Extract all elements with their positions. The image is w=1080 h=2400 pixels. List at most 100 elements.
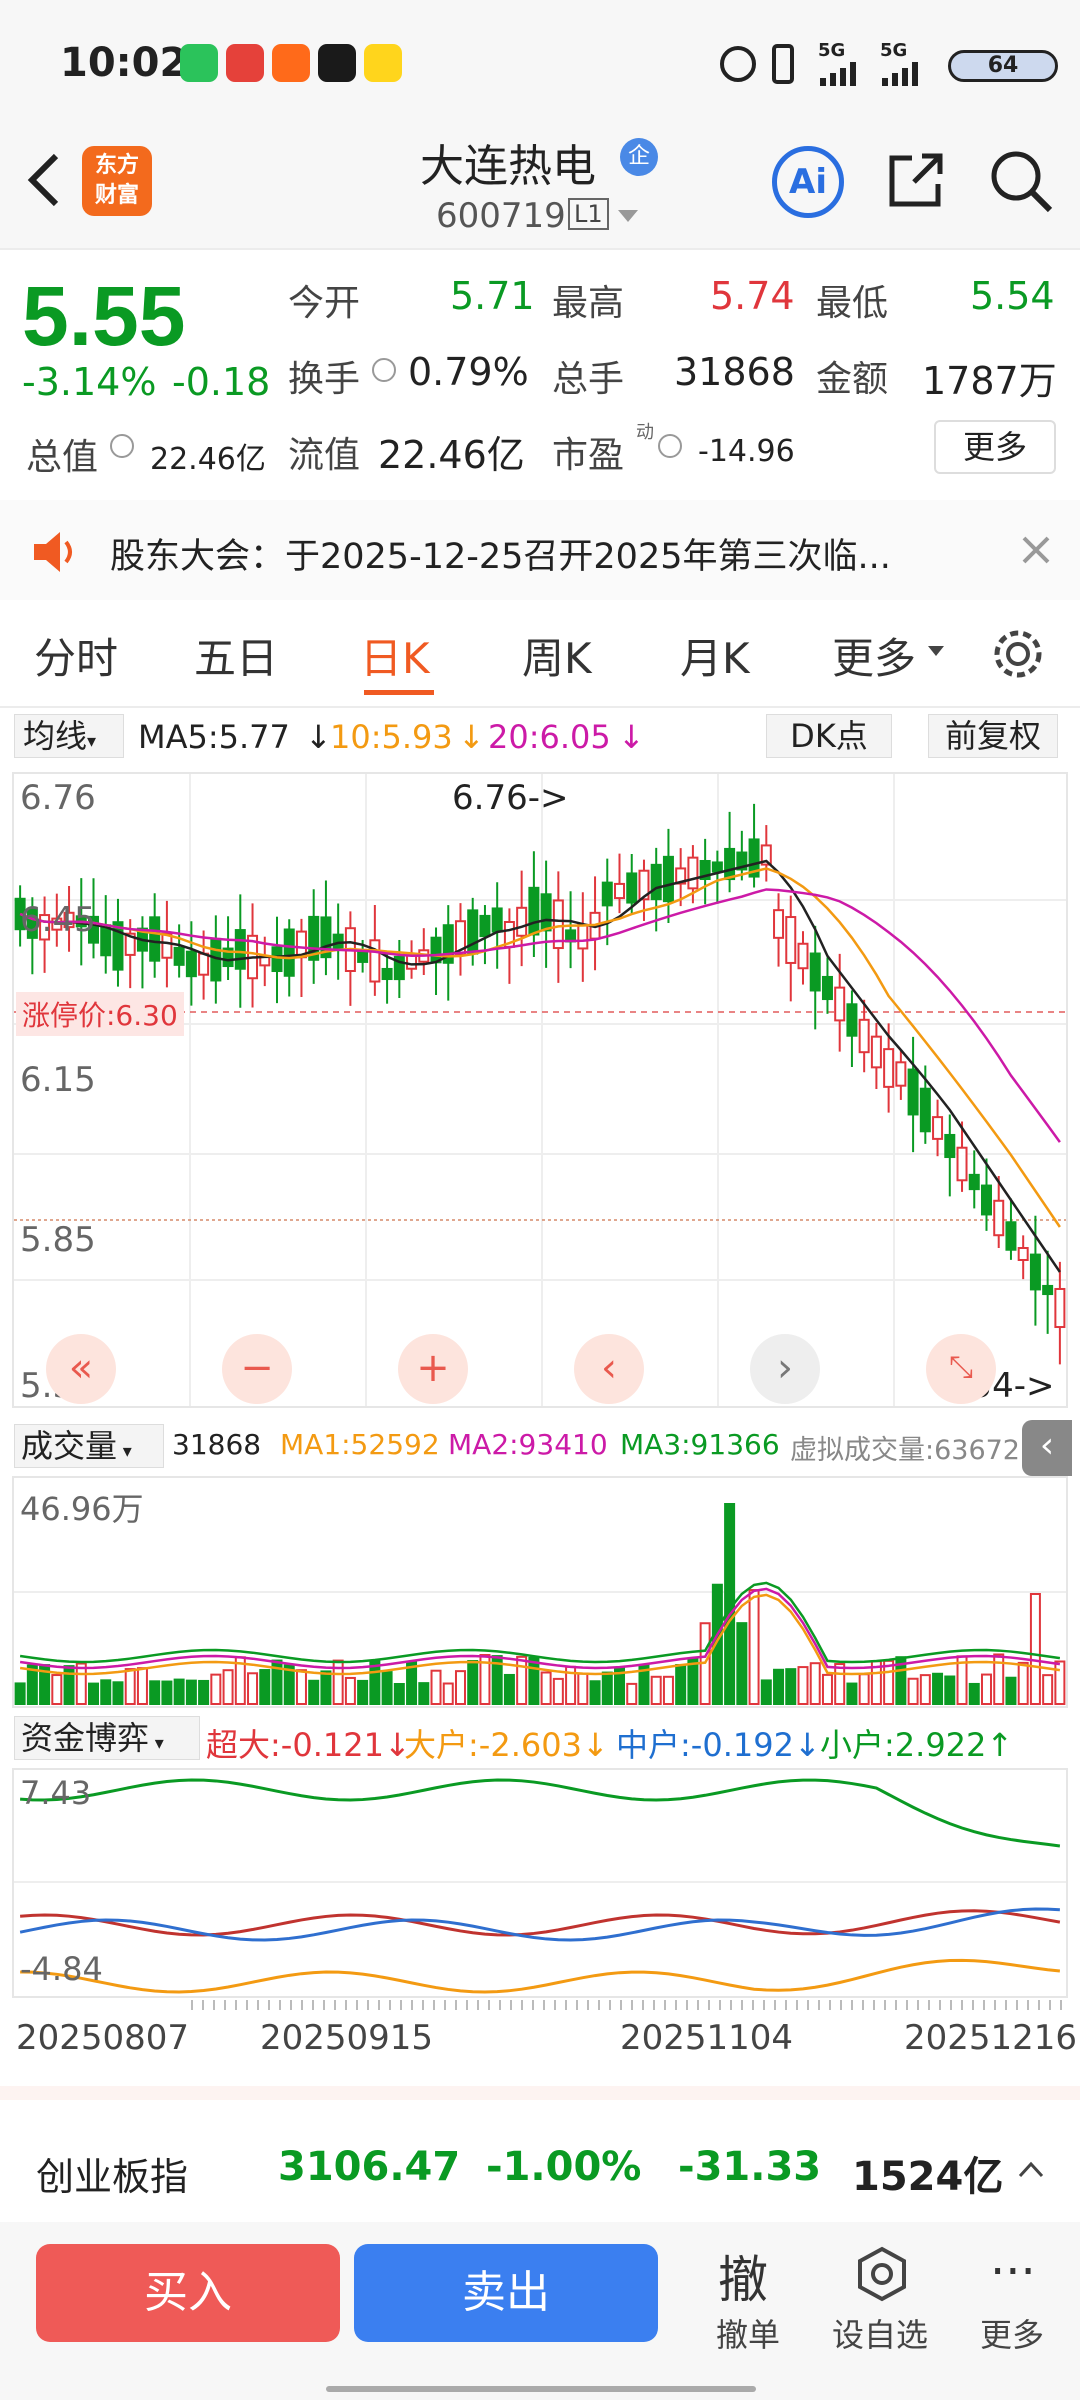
candle: [870, 1035, 882, 1069]
dk-point-button[interactable]: DK点: [766, 714, 892, 758]
tab-weekly-k[interactable]: 周K: [522, 625, 592, 686]
open-label: 今开: [288, 283, 361, 324]
volume-bar: [124, 1668, 136, 1706]
candle: [516, 906, 528, 937]
zoom-in-icon[interactable]: +: [398, 1334, 468, 1404]
candle: [381, 967, 393, 981]
tab-intraday[interactable]: 分时: [34, 625, 118, 686]
tab-daily-k[interactable]: 日K: [360, 625, 430, 686]
volume-bar: [809, 1662, 821, 1705]
price-change: -0.18: [172, 360, 271, 404]
info-icon[interactable]: [658, 434, 682, 458]
add-watchlist-icon[interactable]: [854, 2246, 910, 2302]
chevron-down-icon[interactable]: [928, 646, 944, 658]
tab-monthly-k[interactable]: 月K: [680, 625, 750, 686]
volume-bar: [1042, 1674, 1054, 1705]
candle: [1042, 1284, 1054, 1296]
volume-bar: [601, 1671, 613, 1706]
adjust-button[interactable]: 前复权: [928, 714, 1058, 758]
sell-button[interactable]: 卖出: [354, 2244, 658, 2342]
candle: [185, 950, 197, 978]
step-left-icon[interactable]: ‹: [574, 1334, 644, 1404]
volume-bar: [210, 1673, 222, 1705]
volume-bar: [785, 1668, 797, 1706]
fast-back-icon[interactable]: «: [46, 1334, 116, 1404]
candle: [271, 946, 283, 973]
volume-bar: [357, 1679, 369, 1705]
volume-bar: [650, 1675, 662, 1705]
candle: [1017, 1247, 1029, 1261]
volume-bar: [259, 1669, 271, 1705]
volume-bar: [968, 1682, 980, 1705]
buy-button[interactable]: 买入: [36, 2244, 340, 2342]
volume-bar: [589, 1680, 601, 1706]
home-indicator: [326, 2386, 756, 2392]
ai-icon[interactable]: Ai: [772, 146, 844, 218]
fund-select[interactable]: 资金博弈 ▾: [14, 1716, 200, 1760]
back-icon[interactable]: [24, 150, 64, 210]
step-right-icon[interactable]: ›: [750, 1334, 820, 1404]
close-icon[interactable]: [1020, 534, 1052, 566]
candle: [491, 907, 503, 933]
date-label: 20251104: [620, 2018, 794, 2058]
candle: [834, 986, 846, 1022]
candle: [907, 1068, 919, 1116]
fund-chart[interactable]: 7.43 -4.84: [12, 1768, 1068, 1998]
down-arrow-icon: ↓: [618, 718, 645, 756]
candle: [919, 1087, 931, 1133]
cancel-order-label[interactable]: 撤单: [716, 2310, 780, 2356]
active-tab-indicator: [364, 690, 434, 695]
share-icon[interactable]: [884, 148, 948, 212]
candle: [626, 872, 638, 904]
level-badge[interactable]: L1: [568, 198, 609, 230]
date-label: 20250915: [260, 2018, 434, 2058]
cancel-order-icon[interactable]: 撤: [718, 2240, 768, 2312]
app-logo[interactable]: 东方 财富: [82, 146, 152, 216]
search-icon[interactable]: [988, 148, 1054, 214]
more-icon[interactable]: ···: [990, 2244, 1036, 2300]
add-watchlist-label[interactable]: 设自选: [832, 2310, 928, 2356]
kline-chart[interactable]: 6.76 6.45 6.15 5.85 5.54 6.76-> 5.54-> 涨…: [12, 772, 1068, 1408]
ma-select[interactable]: 均线▾: [14, 714, 124, 758]
info-icon[interactable]: [372, 358, 396, 382]
volume-bar: [736, 1622, 748, 1705]
candle: [980, 1184, 992, 1216]
speaker-icon: [34, 532, 72, 572]
fund-ymax: 7.43: [20, 1774, 92, 1812]
more-label[interactable]: 更多: [980, 2310, 1044, 2356]
index-bar[interactable]: 创业板指 3106.47 -1.00% -31.33 1524亿: [0, 2110, 1080, 2220]
candle: [430, 936, 442, 964]
candle: [283, 928, 295, 977]
zoom-out-icon[interactable]: −: [222, 1334, 292, 1404]
notice-bar[interactable]: 股东大会：于2025-12-25召开2025年第三次临...: [0, 500, 1080, 600]
volume-bar: [320, 1670, 332, 1705]
volume-bar: [393, 1682, 405, 1705]
index-value: 3106.47: [278, 2144, 461, 2190]
stock-code: 600719: [436, 196, 566, 236]
vol-ma3: MA3:91366: [620, 1428, 780, 1461]
tab-five-day[interactable]: 五日: [194, 625, 278, 686]
volume-chart[interactable]: 46.96万: [12, 1476, 1068, 1708]
chevron-down-icon[interactable]: [618, 210, 638, 224]
tab-more[interactable]: 更多: [832, 625, 916, 686]
volume-bar: [222, 1669, 234, 1706]
candle: [540, 893, 552, 932]
info-icon[interactable]: [110, 434, 134, 458]
chevron-up-icon[interactable]: [1018, 2160, 1044, 2178]
candle: [198, 952, 210, 976]
candle: [858, 1018, 870, 1054]
volume-bar: [760, 1679, 772, 1706]
volume-bar: [773, 1668, 785, 1705]
indicator-select[interactable]: 成交量 ▾: [14, 1424, 164, 1468]
settings-icon[interactable]: [990, 626, 1046, 682]
float-label: 流值: [288, 435, 361, 476]
mktcap-label: 总值: [26, 437, 99, 478]
more-quote-button[interactable]: 更多: [934, 420, 1056, 474]
signal-icon: [818, 60, 868, 90]
collapse-panel-icon[interactable]: ‹: [1022, 1420, 1072, 1476]
candle: [662, 855, 674, 903]
pe-sup: 动: [636, 422, 654, 443]
fullscreen-icon[interactable]: ⤡: [926, 1334, 996, 1404]
volume-bar: [944, 1675, 956, 1706]
quote-panel: 5.55 -3.14% -0.18 今开 5.71 最高 5.74 最低 5.5…: [0, 250, 1080, 500]
